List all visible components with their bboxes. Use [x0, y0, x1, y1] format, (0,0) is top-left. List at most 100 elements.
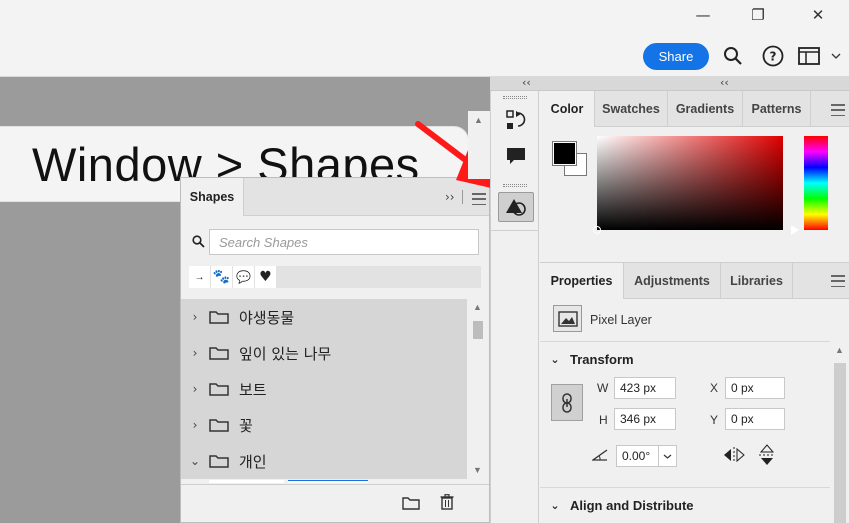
y-label: Y — [710, 413, 719, 427]
section-title: Transform — [570, 351, 634, 367]
scroll-up-icon[interactable]: ▲ — [835, 345, 844, 355]
flip-vertical-icon[interactable] — [758, 444, 776, 469]
properties-panel-tabbar: Properties Adjustments Libraries — [540, 263, 849, 299]
grip-handle[interactable] — [503, 184, 527, 187]
color-panel: Color Swatches Gradients Patterns — [540, 91, 849, 259]
angle-icon — [590, 449, 608, 464]
scroll-down-icon[interactable]: ▼ — [473, 465, 482, 475]
new-group-folder-icon[interactable] — [402, 496, 420, 513]
arrow-shape-icon[interactable]: → — [189, 266, 211, 288]
speech-bubble-shape-icon[interactable]: 💬 — [233, 266, 255, 288]
shapes-icon[interactable] — [498, 192, 534, 222]
group-label: 꽃 — [239, 416, 253, 435]
x-label: X — [710, 381, 719, 395]
shape-groups-list: › 야생동물 › 잎이 있는 나무 › 보트 › 꽃 ⌄ 개인 — [181, 299, 467, 479]
recent-shapes-row: → 🐾 💬 ♥ — [189, 266, 481, 288]
align-section-header[interactable]: ⌄ Align and Distribute — [540, 488, 830, 522]
group-label: 개인 — [239, 452, 267, 471]
dock-header: ‹‹ ‹‹ — [490, 76, 849, 91]
scroll-up-icon[interactable]: ▲ — [473, 302, 482, 312]
canvas-scrollbar[interactable]: ▲ — [468, 111, 490, 179]
scroll-up-icon[interactable]: ▲ — [474, 115, 483, 125]
chevron-down-icon[interactable] — [658, 446, 676, 466]
width-label: W — [597, 381, 609, 395]
height-input[interactable]: 346 px — [614, 408, 676, 430]
panel-menu-icon[interactable] — [831, 275, 845, 287]
scrollbar-thumb[interactable] — [834, 363, 846, 523]
grip-handle[interactable] — [503, 96, 527, 99]
tab-patterns[interactable]: Patterns — [743, 91, 811, 127]
foreground-color-swatch[interactable] — [553, 142, 576, 165]
options-bar: Share ? — [0, 35, 849, 77]
dock-divider — [491, 230, 538, 231]
new-item-slot-selected — [288, 480, 368, 483]
layer-type-label: Pixel Layer — [590, 313, 652, 327]
hue-slider[interactable] — [804, 136, 828, 230]
picker-handle[interactable] — [593, 226, 601, 234]
minimize-button[interactable]: — — [680, 0, 726, 30]
folder-icon — [209, 382, 229, 396]
angle-input[interactable]: 0.00° — [616, 445, 677, 467]
tab-libraries[interactable]: Libraries — [721, 263, 793, 299]
pixel-layer-icon — [553, 305, 582, 332]
list-item[interactable]: ⌄ 개인 — [181, 443, 467, 479]
tab-color[interactable]: Color — [540, 91, 595, 127]
flip-horizontal-icon[interactable] — [723, 446, 745, 467]
workspace-icon[interactable] — [797, 44, 821, 68]
chevron-down-icon[interactable]: ⌄ — [181, 454, 209, 468]
list-item[interactable]: › 야생동물 — [181, 299, 467, 335]
scrollbar-thumb[interactable] — [473, 321, 483, 339]
group-label: 야생동물 — [239, 308, 295, 327]
group-label: 잎이 있는 나무 — [239, 344, 332, 363]
collapse-dock-icon[interactable]: ‹‹ — [522, 76, 531, 89]
chevron-down-icon[interactable]: ⌄ — [540, 499, 570, 512]
y-input[interactable]: 0 px — [725, 408, 785, 430]
list-item[interactable]: › 잎이 있는 나무 — [181, 335, 467, 371]
folder-icon — [209, 346, 229, 360]
transform-section-header[interactable]: ⌄ Transform — [540, 342, 830, 376]
list-item[interactable]: › 보트 — [181, 371, 467, 407]
comment-icon[interactable] — [498, 141, 534, 171]
paw-shape-icon[interactable]: 🐾 — [211, 266, 233, 288]
tab-adjustments[interactable]: Adjustments — [624, 263, 721, 299]
tab-swatches[interactable]: Swatches — [595, 91, 668, 127]
share-button[interactable]: Share — [643, 43, 709, 70]
hue-slider-handle[interactable] — [791, 225, 799, 235]
shapes-panel-footer — [181, 484, 489, 522]
section-title: Align and Distribute — [570, 497, 694, 513]
link-dimensions-button[interactable] — [551, 384, 583, 421]
search-icon[interactable] — [721, 44, 745, 68]
help-icon[interactable]: ? — [761, 44, 785, 68]
shapes-scrollbar[interactable]: ▲ ▼ — [467, 299, 489, 479]
close-button[interactable]: ✕ — [795, 0, 841, 30]
properties-scrollbar[interactable]: ▲ — [830, 341, 849, 523]
trash-icon[interactable] — [440, 494, 454, 513]
title-bar: — ❐ ✕ — [0, 0, 849, 35]
width-input[interactable]: 423 px — [614, 377, 676, 399]
history-icon[interactable] — [498, 105, 534, 135]
saturation-value-picker[interactable] — [593, 136, 783, 234]
maximize-button[interactable]: ❐ — [735, 0, 781, 30]
color-panel-tabbar: Color Swatches Gradients Patterns — [540, 91, 849, 127]
tab-gradients[interactable]: Gradients — [668, 91, 743, 127]
group-label: 보트 — [239, 380, 267, 399]
chevron-right-icon[interactable]: › — [181, 418, 209, 432]
chevron-right-icon[interactable]: › — [181, 382, 209, 396]
chevron-down-icon[interactable] — [828, 44, 844, 68]
folder-icon — [209, 454, 229, 468]
chevron-right-icon[interactable]: › — [181, 346, 209, 360]
tab-shapes[interactable]: Shapes — [181, 178, 244, 216]
chevron-down-icon[interactable]: ⌄ — [540, 353, 570, 366]
height-label: H — [599, 413, 608, 427]
x-input[interactable]: 0 px — [725, 377, 785, 399]
chevron-right-icon[interactable]: › — [181, 310, 209, 324]
properties-panel: Properties Adjustments Libraries Pixel L… — [540, 262, 849, 523]
svg-text:?: ? — [770, 50, 777, 64]
panel-menu-icon[interactable] — [831, 104, 845, 116]
search-shapes-input[interactable]: Search Shapes — [209, 229, 479, 255]
tab-properties[interactable]: Properties — [540, 263, 624, 299]
heart-shape-icon[interactable]: ♥ — [255, 266, 277, 288]
list-item[interactable]: › 꽃 — [181, 407, 467, 443]
search-icon — [192, 235, 205, 251]
collapse-panels-icon[interactable]: ‹‹ — [720, 76, 729, 89]
